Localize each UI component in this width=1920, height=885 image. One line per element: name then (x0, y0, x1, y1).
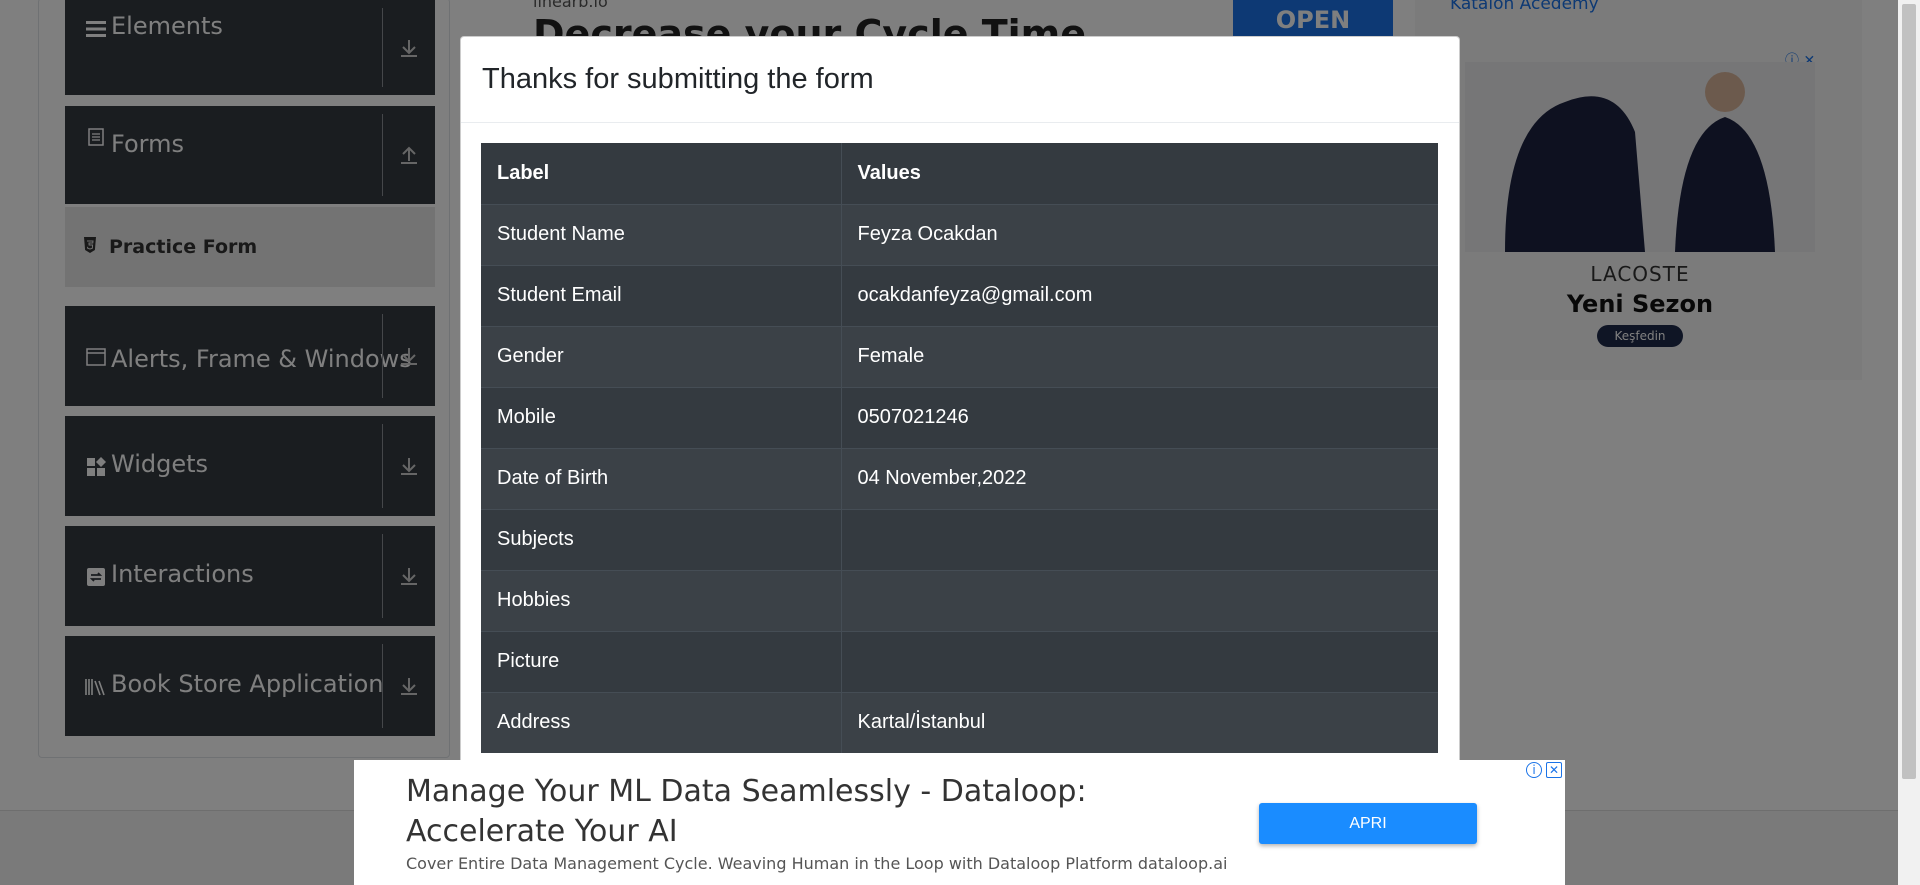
table-row: Date of Birth 04 November,2022 (481, 447, 1438, 509)
row-value: ocakdanfeyza@gmail.com (841, 264, 1438, 326)
row-value (841, 508, 1438, 570)
row-value: Feyza Ocakdan (841, 203, 1438, 265)
ad-choices[interactable]: i ✕ (1526, 762, 1562, 780)
row-label: Subjects (481, 508, 842, 570)
table-row: Hobbies (481, 569, 1438, 631)
row-value: Kartal/İstanbul (841, 691, 1438, 753)
scrollbar-thumb[interactable] (1902, 4, 1916, 779)
row-label: Picture (481, 630, 842, 692)
table-row: Student Name Feyza Ocakdan (481, 203, 1438, 265)
submission-modal: Thanks for submitting the form Label Val… (460, 36, 1460, 836)
row-label: Student Name (481, 203, 842, 265)
ad-description: Cover Entire Data Management Cycle. Weav… (406, 854, 1228, 873)
modal-title: Thanks for submitting the form (482, 63, 874, 95)
row-label: Date of Birth (481, 447, 842, 509)
header-label: Label (481, 143, 842, 205)
table-row: Picture (481, 630, 1438, 692)
table-row: Student Email ocakdanfeyza@gmail.com (481, 264, 1438, 326)
modal-header: Thanks for submitting the form (461, 37, 1459, 123)
ad-info-icon[interactable]: i (1526, 762, 1542, 778)
row-label: Address (481, 691, 842, 753)
row-value: Female (841, 325, 1438, 387)
row-label: Hobbies (481, 569, 842, 631)
table-row: Mobile 0507021246 (481, 386, 1438, 448)
ad-headline[interactable]: Manage Your ML Data Seamlessly - Dataloo… (406, 772, 1166, 852)
row-label: Student Email (481, 264, 842, 326)
row-value (841, 569, 1438, 631)
row-label: Mobile (481, 386, 842, 448)
table-header-row: Label Values (481, 143, 1438, 205)
row-value (841, 630, 1438, 692)
row-value: 04 November,2022 (841, 447, 1438, 509)
table-row: Subjects (481, 508, 1438, 570)
modal-body[interactable]: Label Values Student Name Feyza Ocakdan S… (461, 123, 1459, 773)
bottom-anchor-ad[interactable]: i ✕ Manage Your ML Data Seamlessly - Dat… (354, 760, 1565, 885)
row-value: 0507021246 (841, 386, 1438, 448)
header-values: Values (841, 143, 1438, 205)
close-icon[interactable]: ✕ (1546, 762, 1562, 778)
page-scrollbar[interactable] (1898, 0, 1920, 885)
table-row: Address Kartal/İstanbul (481, 691, 1438, 753)
table-row: Gender Female (481, 325, 1438, 387)
row-label: Gender (481, 325, 842, 387)
submission-table: Label Values Student Name Feyza Ocakdan S… (481, 143, 1438, 753)
ad-open-button[interactable]: APRI (1259, 803, 1477, 844)
